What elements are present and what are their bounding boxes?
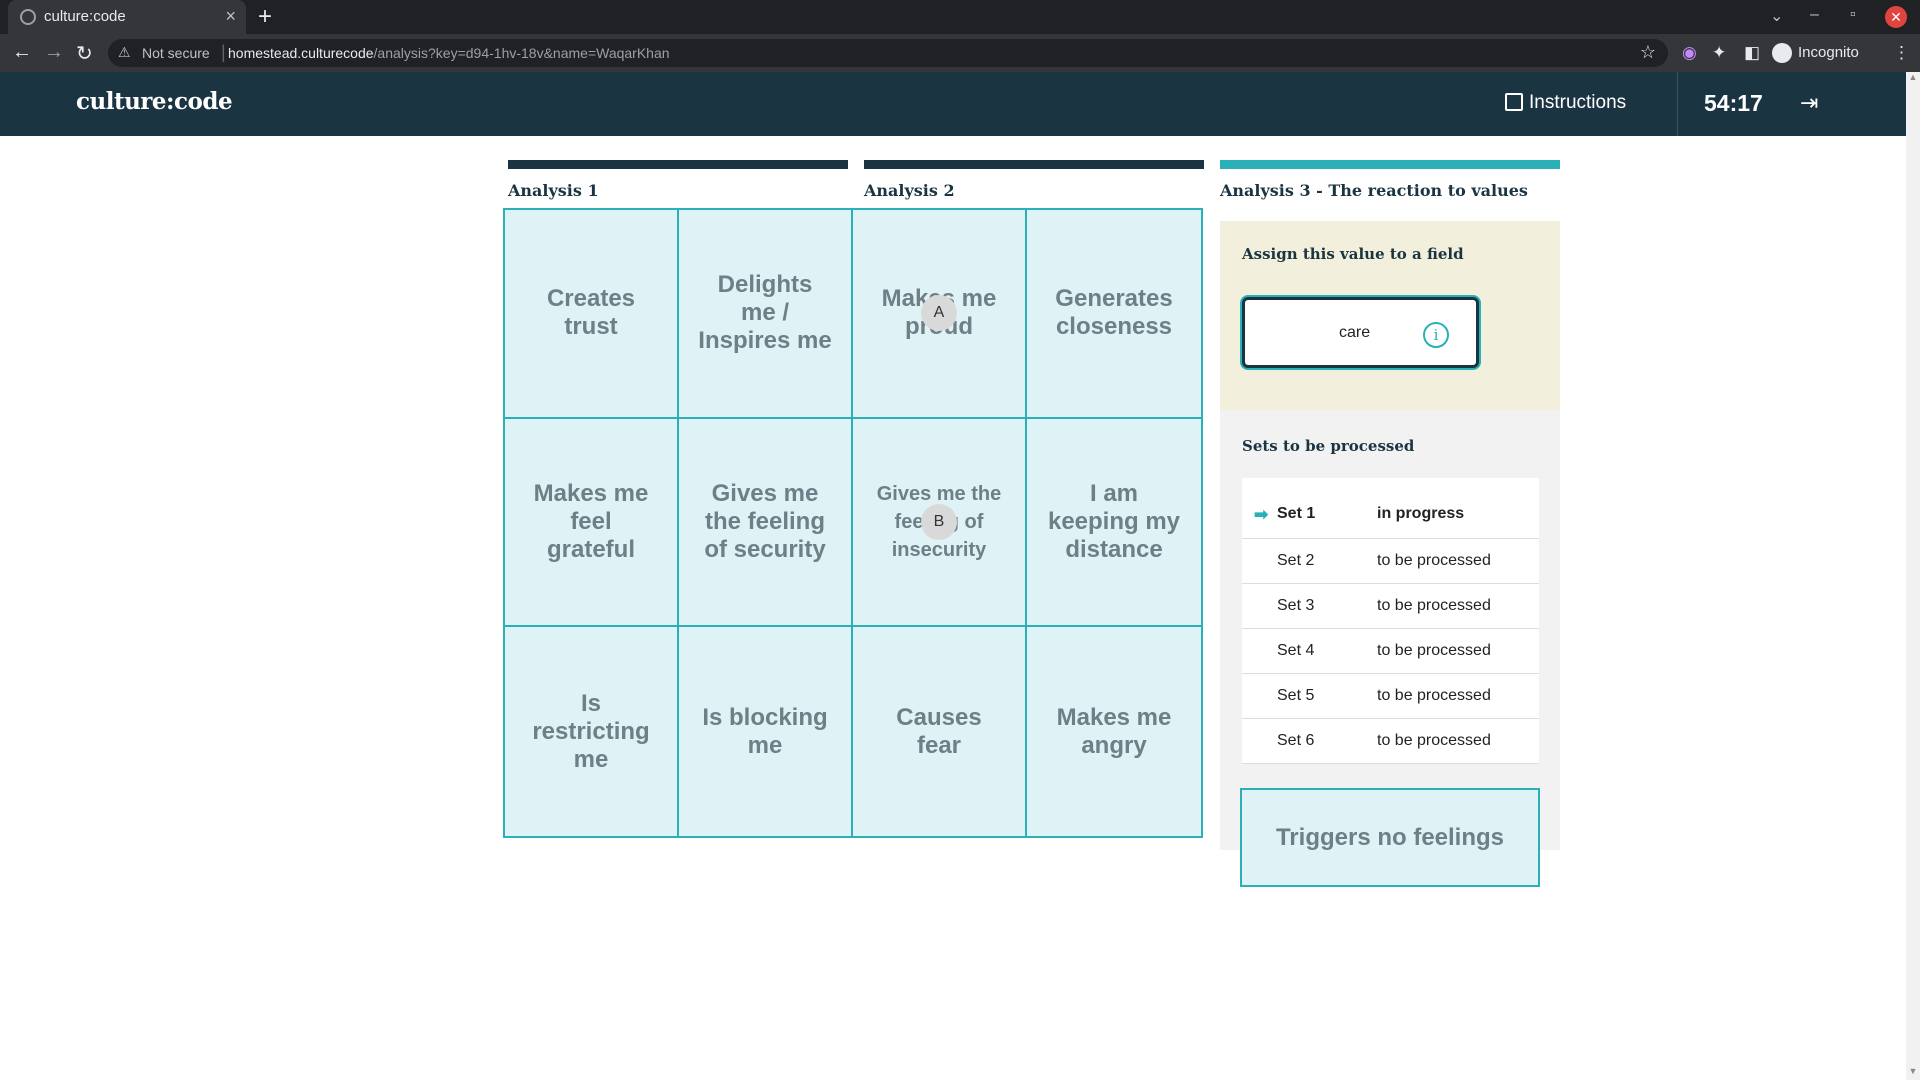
grid-cell-label: Gives me the feeling of security: [704, 479, 826, 563]
analysis-1-label: Analysis 1: [508, 181, 599, 200]
minimize-icon[interactable]: –: [1810, 6, 1819, 24]
instructions-button[interactable]: Instructions: [1505, 92, 1626, 114]
grid-cell-delights-me[interactable]: Delights me / Inspires me: [679, 210, 853, 419]
set-name: Set 3: [1277, 597, 1315, 614]
grid-cell-security[interactable]: Gives me the feeling of security: [679, 418, 853, 628]
grid-cell-label: Is restricting me: [532, 689, 650, 773]
grid-cell-label: Causes fear: [896, 703, 982, 759]
scroll-up-arrow-icon[interactable]: ▲: [1906, 72, 1920, 86]
analysis-1-bar: [508, 160, 848, 169]
incognito-icon: [1772, 43, 1792, 63]
browser-menu-icon[interactable]: ⋮: [1893, 43, 1910, 63]
analysis-3-bar: [1220, 160, 1560, 169]
security-label: Not secure: [142, 45, 210, 61]
current-arrow-icon: ➡: [1254, 505, 1269, 524]
restore-icon[interactable]: ▫: [1850, 6, 1856, 24]
grid-cell-label: Generates closeness: [1055, 285, 1173, 341]
feelings-grid: Creates trust Delights me / Inspires me …: [503, 208, 1203, 838]
extensions-puzzle-icon[interactable]: ✦: [1712, 43, 1726, 63]
assign-title: Assign this value to a field: [1242, 245, 1464, 263]
forward-icon[interactable]: →: [44, 41, 64, 64]
set-status: in progress: [1377, 505, 1465, 522]
countdown-timer: 54:17: [1704, 90, 1763, 116]
browser-tab[interactable]: culture:code ×: [8, 0, 246, 34]
set-row: Set 5 to be processed: [1242, 674, 1539, 719]
grid-cell-label: Is blocking me: [702, 703, 828, 759]
set-status: to be processed: [1377, 552, 1491, 569]
sets-title: Sets to be processed: [1242, 437, 1415, 455]
grid-cell-label: Makes me angry: [1056, 703, 1172, 759]
set-status: to be processed: [1377, 687, 1491, 704]
browser-toolbar: ← → ↻ ⚠ Not secure | homestead.cultureco…: [0, 34, 1920, 72]
set-status: to be processed: [1377, 597, 1491, 614]
grid-cell-label: Delights me / Inspires me: [698, 271, 832, 355]
analysis-3-label: Analysis 3 - The reaction to values: [1220, 181, 1528, 200]
browser-tabbar: culture:code × + ⌄ – ▫ ✕: [0, 0, 1920, 34]
book-icon: [1505, 93, 1523, 111]
set-row: Set 2 to be processed: [1242, 539, 1539, 584]
grid-cell-label: Creates trust: [546, 285, 636, 341]
grid-cell-grateful[interactable]: Makes me feel grateful: [505, 418, 679, 628]
incognito-indicator[interactable]: Incognito: [1772, 43, 1859, 63]
set-name: Set 6: [1277, 732, 1315, 749]
set-row: Set 3 to be processed: [1242, 584, 1539, 629]
grid-cell-label: I am keeping my distance: [1047, 479, 1181, 563]
extension-record-icon[interactable]: ◉: [1682, 43, 1697, 63]
sets-table: ➡ Set 1 in progress Set 2 to be processe…: [1242, 478, 1539, 764]
new-tab-button[interactable]: +: [258, 3, 272, 31]
grid-cell-creates-trust[interactable]: Creates trust: [505, 210, 679, 419]
no-feelings-dropzone[interactable]: Triggers no feelings: [1240, 788, 1540, 887]
globe-icon: [20, 9, 36, 25]
bookmark-star-icon[interactable]: ☆: [1640, 42, 1656, 63]
set-status: to be processed: [1377, 732, 1491, 749]
tab-title: culture:code: [44, 8, 126, 25]
set-name: Set 1: [1277, 505, 1316, 522]
grid-cell-restricting[interactable]: Is restricting me: [505, 627, 679, 836]
grid-cell-makes-me-proud[interactable]: Makes me proudA: [853, 210, 1027, 419]
marker-a[interactable]: A: [921, 295, 957, 332]
instructions-label: Instructions: [1529, 92, 1627, 113]
omnibox-divider: |: [221, 42, 226, 62]
url-text: homestead.culturecode/analysis?key=d94-1…: [228, 45, 670, 61]
set-row: Set 6 to be processed: [1242, 719, 1539, 764]
set-row: Set 4 to be processed: [1242, 629, 1539, 674]
analysis-2-bar: [864, 160, 1204, 169]
window-close-icon[interactable]: ✕: [1885, 6, 1907, 28]
url-host: homestead.culturecode: [228, 45, 374, 61]
set-name: Set 2: [1277, 552, 1315, 569]
grid-cell-causes-fear[interactable]: Causes fear: [853, 627, 1027, 836]
marker-b[interactable]: B: [921, 503, 957, 540]
page-scrollbar[interactable]: [1906, 72, 1920, 1080]
analysis-2-label: Analysis 2: [864, 181, 955, 200]
info-icon[interactable]: i: [1423, 322, 1449, 348]
incognito-label: Incognito: [1798, 43, 1859, 61]
set-name: Set 5: [1277, 687, 1315, 704]
set-name: Set 4: [1277, 642, 1315, 659]
logout-icon[interactable]: ⇥: [1800, 90, 1818, 116]
grid-cell-blocking[interactable]: Is blocking me: [679, 627, 853, 836]
app-logo[interactable]: culture:code: [76, 88, 233, 115]
warning-icon: ⚠: [118, 44, 131, 60]
scroll-down-arrow-icon[interactable]: ▼: [1906, 1066, 1920, 1080]
value-text: care: [1339, 324, 1371, 341]
address-bar[interactable]: ⚠ Not secure | homestead.culturecode/ana…: [108, 39, 1668, 67]
value-card[interactable]: care i: [1242, 297, 1479, 368]
tab-close-icon[interactable]: ×: [225, 6, 236, 27]
grid-cell-label: Makes me feel grateful: [533, 479, 649, 563]
url-path: /analysis?key=d94-1hv-18v&name=WaqarKhan: [373, 45, 670, 61]
grid-cell-angry[interactable]: Makes me angry: [1027, 627, 1201, 836]
app-header: culture:code Instructions 54:17 ⇥: [0, 72, 1906, 136]
grid-cell-insecurity[interactable]: Gives me the feeling of insecurityB: [853, 418, 1027, 628]
tab-search-icon[interactable]: ⌄: [1770, 6, 1783, 26]
header-divider: [1677, 72, 1678, 136]
set-row: ➡ Set 1 in progress: [1242, 478, 1539, 539]
set-status: to be processed: [1377, 642, 1491, 659]
grid-cell-generates-closeness[interactable]: Generates closeness: [1027, 210, 1201, 419]
side-panel-icon[interactable]: ◧: [1744, 43, 1760, 63]
reload-icon[interactable]: ↻: [76, 41, 93, 66]
back-icon[interactable]: ←: [12, 41, 32, 64]
grid-cell-keeping-distance[interactable]: I am keeping my distance: [1027, 419, 1201, 628]
